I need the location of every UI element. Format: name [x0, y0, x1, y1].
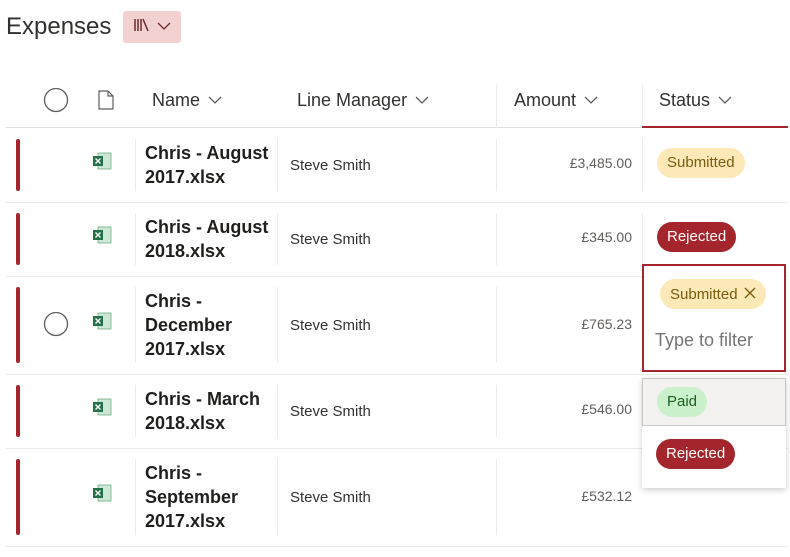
file-name-link[interactable]: Chris - August 2017.xlsx	[145, 141, 268, 189]
chevron-down-icon	[584, 95, 598, 105]
excel-file-icon	[92, 311, 112, 336]
line-manager-cell: Steve Smith	[290, 403, 371, 420]
row-status-bar	[16, 459, 20, 535]
status-option-paid[interactable]: Paid	[642, 378, 786, 426]
line-manager-cell: Steve Smith	[290, 317, 371, 334]
file-name-link[interactable]: Chris - September 2017.xlsx	[145, 461, 238, 533]
excel-file-icon	[92, 151, 112, 176]
status-column-active-indicator	[642, 126, 788, 128]
column-divider	[496, 84, 497, 128]
line-manager-cell: Steve Smith	[290, 231, 371, 248]
column-header-amount[interactable]: Amount	[514, 72, 598, 128]
excel-file-icon	[92, 483, 112, 508]
title-bar: Expenses	[6, 10, 182, 44]
row-status-bar	[16, 213, 20, 265]
status-options-dropdown: Paid Rejected	[642, 378, 786, 488]
amount-cell: £3,485.00	[569, 155, 632, 171]
column-header-status[interactable]: Status	[659, 72, 732, 128]
column-header-amount-label: Amount	[514, 89, 577, 110]
status-option-rejected-badge: Rejected	[656, 439, 736, 469]
library-icon	[133, 17, 151, 38]
chevron-down-icon	[157, 18, 171, 36]
status-filter-editor[interactable]: Submitted	[642, 264, 786, 372]
status-badge: Submitted	[657, 148, 745, 178]
chevron-down-icon	[718, 95, 732, 105]
amount-cell: £765.23	[581, 316, 632, 332]
table-row[interactable]: Chris - August 2017.xlsx Steve Smith £3,…	[6, 129, 788, 203]
excel-file-icon	[92, 397, 112, 422]
column-header-name-label: Name	[152, 89, 201, 110]
amount-cell: £532.12	[581, 488, 632, 504]
excel-file-icon	[92, 225, 112, 250]
status-option-paid-badge: Paid	[657, 387, 708, 417]
status-cell[interactable]: Rejected	[657, 222, 737, 252]
row-status-bar	[16, 385, 20, 437]
chevron-down-icon	[415, 95, 429, 105]
line-manager-cell: Steve Smith	[290, 157, 371, 174]
row-status-bar	[16, 287, 20, 363]
remove-tag-close-icon[interactable]	[744, 286, 756, 303]
select-all-checkbox[interactable]	[43, 72, 69, 128]
file-type-icon[interactable]	[98, 72, 114, 128]
amount-cell: £546.00	[581, 401, 632, 417]
column-header-line-manager[interactable]: Line Manager	[297, 72, 429, 128]
status-cell[interactable]: Submitted	[657, 148, 745, 178]
file-name-link[interactable]: Chris - December 2017.xlsx	[145, 289, 232, 361]
row-select-checkbox[interactable]	[43, 311, 69, 342]
column-header-status-label: Status	[659, 89, 711, 110]
column-header-row: Name Line Manager Amount Status	[6, 72, 788, 128]
selected-status-tag: Submitted	[660, 279, 766, 309]
status-option-rejected[interactable]: Rejected	[642, 430, 786, 478]
library-view-button[interactable]	[123, 11, 182, 43]
chevron-down-icon	[208, 95, 222, 105]
document-list: Name Line Manager Amount Status	[6, 72, 788, 128]
line-manager-cell: Steve Smith	[290, 489, 371, 506]
file-name-link[interactable]: Chris - March 2018.xlsx	[145, 387, 260, 435]
row-status-bar	[16, 139, 20, 191]
column-header-name[interactable]: Name	[152, 72, 222, 128]
status-badge: Rejected	[657, 222, 737, 252]
selected-status-tag-label: Submitted	[670, 285, 738, 303]
column-header-line-manager-label: Line Manager	[297, 89, 408, 110]
amount-cell: £345.00	[581, 229, 632, 245]
column-divider	[642, 84, 643, 128]
page-title: Expenses	[6, 13, 112, 40]
filter-input[interactable]	[655, 330, 775, 351]
file-name-link[interactable]: Chris - August 2018.xlsx	[145, 215, 268, 263]
